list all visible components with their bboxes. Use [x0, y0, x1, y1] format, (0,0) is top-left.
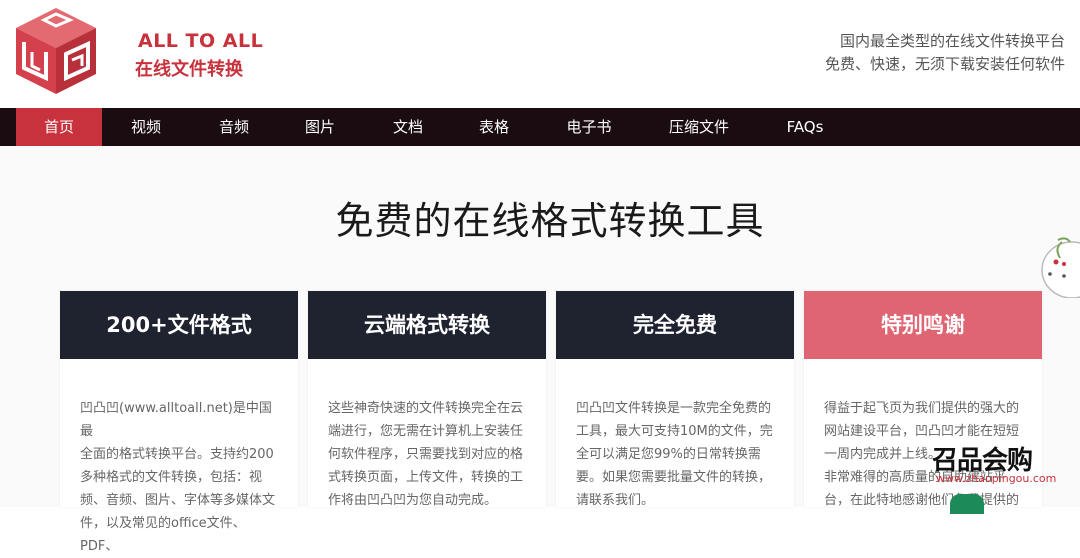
card-line: 这些神奇快速的文件转换完全在云: [328, 401, 524, 416]
card-description: 这些神奇快速的文件转换完全在云 端进行，您无需在计算机上安装任 何软件程序，只需…: [308, 359, 546, 512]
card-title: 特别鸣谢: [804, 291, 1042, 359]
nav-item-archive[interactable]: 压缩文件: [660, 108, 738, 146]
nav-item-video[interactable]: 视频: [116, 108, 176, 146]
site-header: ALL TO ALL 在线文件转换 国内最全类型的在线文件转换平台 免费、快速，…: [0, 0, 1080, 108]
floating-widget-icon[interactable]: [950, 494, 984, 514]
nav-item-audio[interactable]: 音频: [204, 108, 264, 146]
card-description: 凹凸凹(www.alltoall.net)是中国最 全面的格式转换平台。支持约2…: [60, 359, 298, 558]
card-line: 端进行，您无需在计算机上安装任: [328, 424, 524, 439]
card-line: 凹凸凹(www.alltoall.net)是中国最: [80, 401, 272, 439]
cartoon-decoration-icon: [1041, 237, 1080, 298]
tagline-secondary: 免费、快速，无须下载安装任何软件: [824, 55, 1065, 73]
nav-item-document[interactable]: 文档: [378, 108, 438, 146]
feature-card-cloud: 云端格式转换 这些神奇快速的文件转换完全在云 端进行，您无需在计算机上安装任 何…: [308, 291, 546, 508]
nav-item-ebook[interactable]: 电子书: [558, 108, 620, 146]
main-nav: 首页 视频 音频 图片 文档 表格 电子书 压缩文件 FAQs: [0, 108, 1080, 146]
feature-card-free: 完全免费 凹凸凹文件转换是一款完全免费的 工具，最大可支持10M的文件，完 全可…: [556, 291, 794, 508]
card-description: 得益于起飞页为我们提供的强大的 网站建设平台，凹凸凹才能在短短 一周内完成并上线…: [804, 359, 1042, 512]
card-line: 式转换页面，上传文件，转换的工: [328, 470, 524, 485]
card-line: 凹凸凹文件转换是一款完全免费的: [576, 401, 772, 416]
card-title: 200+文件格式: [60, 291, 298, 359]
card-line: 台，在此特地感谢他们免费提供的: [824, 493, 1020, 508]
card-description: 凹凸凹文件转换是一款完全免费的 工具，最大可支持10M的文件，完 全可以满足您9…: [556, 359, 794, 512]
card-line: 全可以满足您99%的日常转换需: [576, 447, 761, 462]
tagline-primary: 国内最全类型的在线文件转换平台: [839, 32, 1065, 50]
card-line: 何软件程序，只需要找到对应的格: [328, 447, 524, 462]
card-line: 作将由凹凸凹为您自动完成。: [328, 493, 498, 508]
hero-title: 免费的在线格式转换工具: [335, 199, 765, 243]
card-line: 频、音频、图片、字体等多媒体文: [80, 493, 276, 508]
nav-item-home[interactable]: 首页: [16, 108, 102, 146]
card-line: 全面的格式转换平台。支持约200: [80, 447, 274, 462]
nav-item-faqs[interactable]: FAQs: [774, 108, 836, 146]
card-line: 件，以及常见的office文件、PDF、: [80, 516, 246, 554]
card-title: 云端格式转换: [308, 291, 546, 359]
card-line: 工具，最大可支持10M的文件，完: [576, 424, 773, 439]
card-line: 多种格式的文件转换，包括：视: [80, 470, 263, 485]
card-line: 得益于起飞页为我们提供的强大的: [824, 401, 1020, 416]
cube-logo-icon[interactable]: [14, 6, 98, 96]
card-title: 完全免费: [556, 291, 794, 359]
nav-item-image[interactable]: 图片: [290, 108, 350, 146]
watermark-url: www.zhaopingou.com: [936, 472, 1057, 485]
card-line: 要。如果您需要批量文件的转换，: [576, 470, 772, 485]
feature-card-formats: 200+文件格式 凹凸凹(www.alltoall.net)是中国最 全面的格式…: [60, 291, 298, 554]
brand-name-en[interactable]: ALL TO ALL: [138, 30, 263, 52]
brand-name-cn[interactable]: 在线文件转换: [135, 55, 243, 81]
card-line: 请联系我们。: [576, 493, 655, 508]
nav-item-spreadsheet[interactable]: 表格: [464, 108, 524, 146]
